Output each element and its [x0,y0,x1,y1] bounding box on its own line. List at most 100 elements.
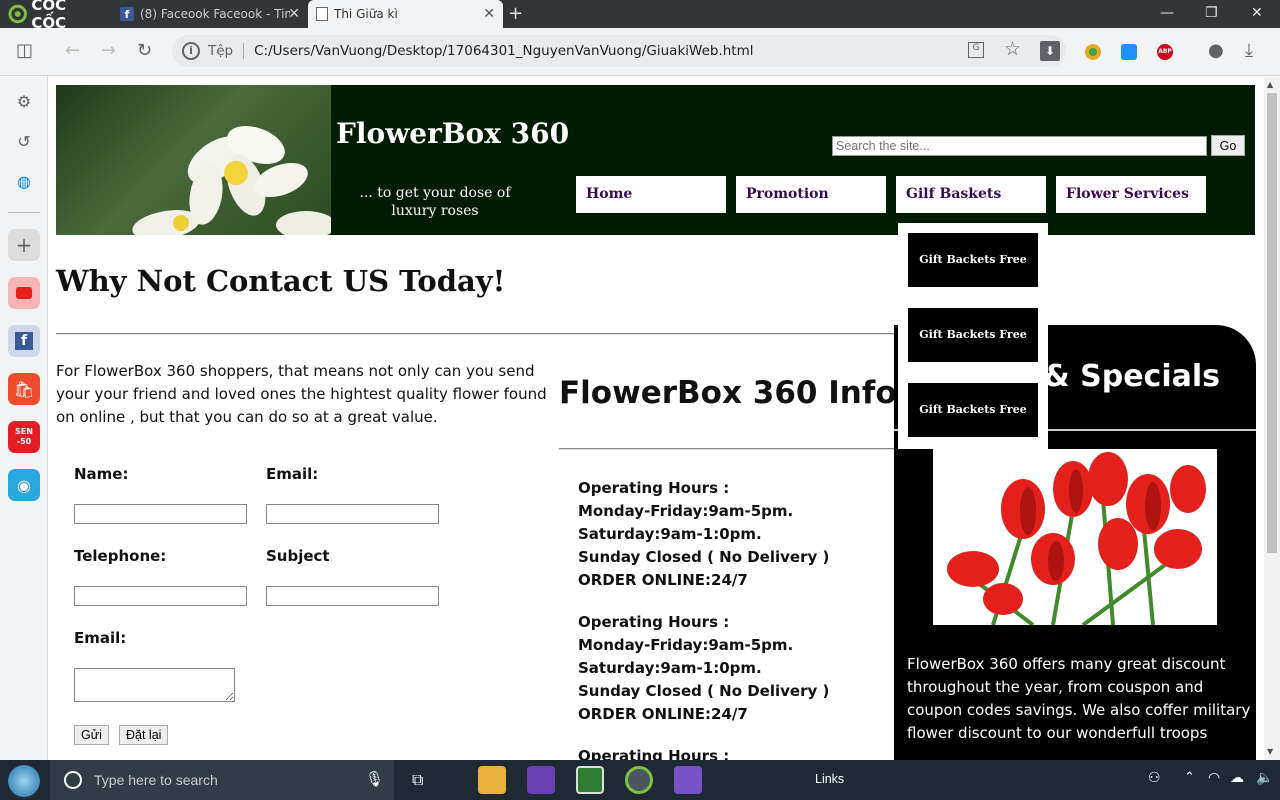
info-title: FlowerBox 360 Info [559,375,897,411]
settings-gear-icon[interactable]: ⚙ [8,85,40,117]
site-search-input[interactable] [832,136,1207,156]
intro-paragraph: For FlowerBox 360 shoppers, that means n… [56,362,547,426]
file-explorer-icon[interactable] [478,766,506,794]
hours-line: Operating Hours : [578,479,730,497]
coccoc-menu-button[interactable]: CỐC CỐC [0,0,112,32]
spreadsheet-icon[interactable] [576,766,604,794]
name-input[interactable] [74,504,247,524]
specials-text: FlowerBox 360 offers many great discount… [907,655,1251,742]
tab-facebook[interactable]: f (8) Faceook Faceook - Tim ✕ [112,0,308,28]
taskbar-search-placeholder: Type here to search [94,772,218,788]
hours-line: Saturday:9am-1:0pm. [578,525,762,543]
nav-promotion[interactable]: Promotion [736,176,886,213]
name-label: Name: [74,465,129,483]
visual-studio-code-icon[interactable] [674,766,702,794]
dropdown-item[interactable]: Gift Backets Free [908,308,1038,362]
forward-arrow-icon[interactable]: → [101,40,116,61]
hours-block: Operating Hours : Monday-Friday:9am-5pm.… [578,477,829,592]
address-bar[interactable]: i Tệp C:/Users/VanVuong/Desktop/17064301… [172,35,1066,67]
hours-line: Saturday:9am-1:0pm. [578,659,762,677]
taskbar-search-box[interactable]: Type here to search 🎙 [50,760,394,800]
window-close-icon[interactable]: ✕ [1251,5,1263,21]
dropdown-item[interactable]: Gift Backets Free [908,233,1038,287]
page-scrollbar[interactable]: ▲ ▼ [1264,77,1280,760]
people-icon[interactable]: ⚇ [1148,770,1161,786]
back-arrow-icon[interactable]: ← [65,40,80,61]
search-go-button[interactable]: Go [1211,135,1245,156]
message-textarea[interactable] [74,668,235,702]
history-icon[interactable]: ↺ [8,125,40,157]
nav-flower-services[interactable]: Flower Services [1056,176,1206,213]
chevron-up-icon[interactable]: ⌃ [1184,770,1195,785]
info-icon[interactable]: i [182,42,200,60]
nav-home[interactable]: Home [576,176,726,213]
visual-studio-icon[interactable] [527,766,555,794]
new-tab-plus-icon[interactable]: + [508,3,523,24]
sidebar-divider [8,212,40,213]
taskbar-links-label[interactable]: Links [815,772,844,786]
extension-chrome-icon[interactable] [1085,44,1101,60]
tab-active-page[interactable]: Thi Giữa kì ✕ [308,0,503,28]
scroll-up-icon[interactable]: ▲ [1267,80,1273,89]
red-tulips-image [933,449,1217,625]
microphone-icon[interactable]: 🎙 [365,770,384,788]
start-button[interactable] [8,765,40,797]
download-page-icon[interactable]: ⬇ [1040,41,1060,61]
facebook-icon[interactable]: f [8,325,40,357]
page-favicon-icon [316,7,328,21]
sendo-icon[interactable]: SEN -50 [8,421,40,453]
bookmark-star-icon[interactable]: ☆ [1004,38,1021,60]
address-scheme: Tệp [208,43,245,59]
telephone-input[interactable] [74,586,247,606]
scroll-down-icon[interactable]: ▼ [1267,747,1273,756]
telephone-label: Telephone: [74,547,167,565]
facebook-favicon-icon: f [120,7,134,21]
tab-close-icon[interactable]: ✕ [288,6,300,22]
hours-line: Sunday Closed ( No Delivery ) [578,682,830,700]
subject-input[interactable] [266,586,439,606]
address-url: C:/Users/VanVuong/Desktop/17064301_Nguye… [254,43,754,59]
minimize-icon[interactable]: — [1160,5,1174,21]
shopee-icon[interactable]: 🛍 [8,373,40,405]
music-player-icon[interactable]: ◉ [8,469,40,501]
youtube-icon[interactable] [8,277,40,309]
scrollbar-thumb[interactable] [1267,93,1277,553]
email-input[interactable] [266,504,439,524]
nav-gift-baskets[interactable]: Gilf Baskets [896,176,1046,213]
divider [56,333,894,335]
browser-sidebar: ⚙ ↺ ◍ + f 🛍 SEN -50 ◉ [0,76,48,760]
reload-icon[interactable]: ↻ [137,40,152,61]
browser-toolbar: ◫ ← → ↻ i Tệp C:/Users/VanVuong/Desktop/… [0,28,1280,76]
restore-icon[interactable]: ❐ [1205,5,1218,21]
volume-icon[interactable]: 🔈 [1256,770,1273,786]
windows-taskbar: Type here to search 🎙 ⧉ Links ⚇ ⌃ ◠ ☁ 🔈 [0,760,1280,800]
profile-avatar-icon[interactable]: ● [1208,40,1224,61]
submit-button[interactable]: Gửi [74,725,109,745]
hours-line: ORDER ONLINE:24/7 [578,571,748,589]
translate-icon[interactable]: G [968,42,984,58]
task-view-icon[interactable]: ⧉ [412,770,423,790]
messenger-icon[interactable]: ◍ [8,165,40,197]
page-viewport: FlowerBox 360 ... to get your dose of lu… [48,77,1264,760]
site-title: FlowerBox 360 [336,117,570,150]
site-tagline: ... to get your dose of luxury roses [359,185,511,219]
email-label: Email: [266,465,319,483]
onedrive-cloud-icon[interactable]: ☁ [1230,770,1244,786]
sidebar-toggle-icon[interactable]: ◫ [16,40,33,61]
tab-title: Thi Giữa kì [334,7,398,21]
coccoc-taskbar-icon[interactable] [625,766,653,794]
page-title: Why Not Contact US Today! [56,264,506,298]
tab-close-icon[interactable]: ✕ [483,6,495,22]
add-shortcut-icon[interactable]: + [8,229,40,261]
extension-drop-icon[interactable] [1121,44,1137,60]
browser-tabstrip: CỐC CỐC f (8) Faceook Faceook - Tim ✕ Th… [0,0,1280,32]
wifi-icon[interactable]: ◠ [1208,770,1220,786]
tab-title: (8) Faceook Faceook - Tim [140,7,290,21]
reset-button[interactable]: Đặt lại [119,725,169,745]
gift-baskets-dropdown: Gift Backets Free Gift Backets Free Gift… [898,223,1048,449]
dropdown-item[interactable]: Gift Backets Free [908,383,1038,437]
hours-line: ORDER ONLINE:24/7 [578,705,748,723]
downloads-icon[interactable]: ⤓ [1245,40,1253,61]
adblock-icon[interactable]: ABP [1157,44,1173,60]
search-circle-icon [64,771,82,789]
